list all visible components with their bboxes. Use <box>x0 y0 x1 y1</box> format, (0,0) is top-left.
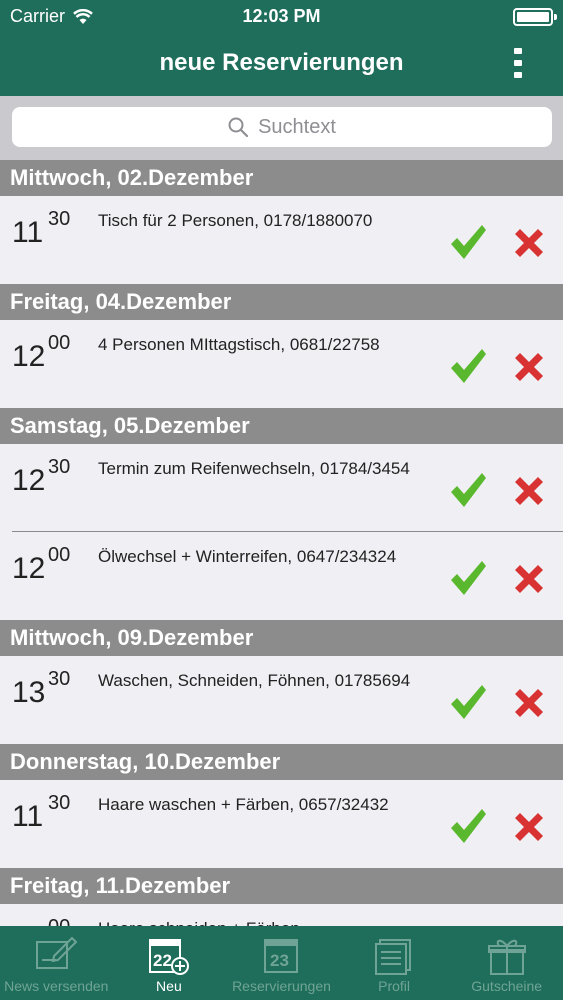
tab-neu[interactable]: 22 Neu <box>113 926 225 1000</box>
search-bar: Suchtext <box>0 96 563 160</box>
tab-news-versenden[interactable]: News versenden <box>0 926 112 1000</box>
battery-icon <box>513 8 557 26</box>
reject-cross-icon[interactable] <box>512 226 546 260</box>
calendar-icon: 23 <box>264 939 299 973</box>
page-title: neue Reservierungen <box>159 49 404 76</box>
edit-icon <box>36 936 78 969</box>
accept-check-icon[interactable] <box>448 682 488 722</box>
reservation-text: Haare waschen + Färben, 0657/32432 <box>98 795 389 814</box>
section-header: Samstag, 05.Dezember <box>0 408 563 444</box>
reservation-row[interactable]: 11 30 Tisch für 2 Personen, 0178/1880070 <box>0 196 563 284</box>
status-bar: Carrier 12:03 PM <box>0 0 563 34</box>
reservation-list[interactable]: Mittwoch, 02.Dezember 11 30 Tisch für 2 Per… <box>0 160 563 926</box>
tab-reservierungen[interactable]: 23 Reservierungen <box>225 926 337 1000</box>
reservation-text: Haare schneiden + Färben <box>98 918 438 926</box>
reservation-minutes: 00 <box>48 332 71 354</box>
reservation-text: Termin zum Reifenwechseln, 01784/3454 <box>98 459 410 478</box>
search-placeholder: Suchtext <box>258 115 336 138</box>
tab-badge: 22 <box>153 951 172 970</box>
tab-label: News versenden <box>4 978 109 994</box>
reservation-text: 4 Personen MIttagstisch, 0681/22758 <box>98 335 380 354</box>
reservation-minutes: 00 <box>48 544 71 566</box>
status-time: 12:03 PM <box>242 6 321 26</box>
accept-check-icon[interactable] <box>448 222 488 262</box>
calendar-add-icon: 22 <box>148 939 189 975</box>
reservation-text: Ölwechsel + Winterreifen, 0647/234324 <box>98 547 397 566</box>
reservation-hour: 11 <box>12 216 44 249</box>
tab-label: Neu <box>156 978 182 994</box>
accept-check-icon[interactable] <box>448 558 488 598</box>
section-header: Donnerstag, 10.Dezember <box>0 744 563 780</box>
section-header: Freitag, 04.Dezember <box>0 284 563 320</box>
tab-gutscheine[interactable]: Gutscheine <box>451 926 563 1000</box>
reservation-row[interactable]: 13 30 Waschen, Schneiden, Föhnen, 01785694 <box>0 656 563 744</box>
reservation-row[interactable]: 11 30 Haare waschen + Färben, 0657/32432 <box>0 780 563 868</box>
reservation-minutes: 30 <box>48 208 71 230</box>
tab-bar: News versenden 22 Neu 23 Reservierungen … <box>0 926 563 1000</box>
nav-bar: neue Reservierungen <box>0 34 563 96</box>
tab-label: Profil <box>378 978 411 994</box>
reservation-hour: 13 <box>12 676 46 709</box>
reject-cross-icon[interactable] <box>512 686 546 720</box>
reject-cross-icon[interactable] <box>512 810 546 844</box>
more-menu-icon[interactable] <box>511 48 525 78</box>
reservation-row[interactable]: 12 00 Ölwechsel + Winterreifen, 0647/23432… <box>0 532 563 620</box>
tab-badge: 23 <box>270 951 289 970</box>
section-header: Mittwoch, 02.Dezember <box>0 160 563 196</box>
search-icon <box>228 117 249 137</box>
reservation-minutes: 30 <box>48 668 71 690</box>
section-header: Mittwoch, 09.Dezember <box>0 620 563 656</box>
tab-label: Reservierungen <box>232 978 331 994</box>
section-header: Freitag, 11.Dezember <box>0 868 563 904</box>
reservation-row[interactable]: 12 00 4 Personen MIttagstisch, 0681/22758 <box>0 320 563 408</box>
accept-check-icon[interactable] <box>448 346 488 386</box>
gift-icon <box>487 939 526 975</box>
accept-check-icon[interactable] <box>448 806 488 846</box>
reservation-minutes: 30 <box>48 456 71 478</box>
reservation-text: Tisch für 2 Personen, 0178/1880070 <box>98 211 373 230</box>
tab-profil[interactable]: Profil <box>338 926 450 1000</box>
reject-cross-icon[interactable] <box>512 350 546 384</box>
reservation-minutes: 30 <box>48 792 71 814</box>
reservation-hour: 11 <box>12 800 44 833</box>
reservation-hour: 12 <box>12 552 46 585</box>
reject-cross-icon[interactable] <box>512 474 546 508</box>
reject-cross-icon[interactable] <box>512 562 546 596</box>
profile-icon <box>375 939 412 975</box>
reservation-text: Waschen, Schneiden, Föhnen, 01785694 <box>98 671 411 690</box>
accept-check-icon[interactable] <box>448 470 488 510</box>
reservation-minutes: 00 <box>48 916 70 926</box>
reservation-hour: 12 <box>12 340 46 373</box>
reservation-hour: 12 <box>12 464 46 497</box>
reservation-row[interactable]: 1100Haare schneiden + Färben <box>0 904 563 926</box>
search-input[interactable]: Suchtext <box>12 107 552 147</box>
tab-label: Gutscheine <box>471 978 543 994</box>
reservation-row[interactable]: 12 30 Termin zum Reifenwechseln, 01784/345… <box>0 444 563 532</box>
